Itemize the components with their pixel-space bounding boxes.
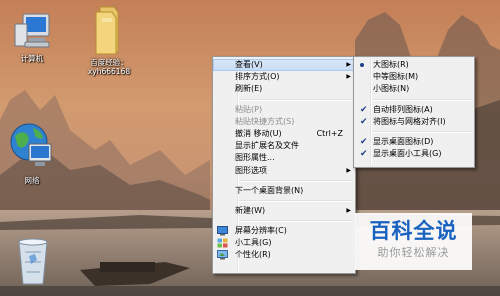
desktop-icon-folder[interactable]: 百度经验： xyh666168	[78, 4, 140, 76]
menu-item-label: 显示桌面小工具(G)	[373, 149, 442, 159]
checkmark-icon: ✔	[360, 149, 368, 160]
watermark-subtitle: 助你轻松解决	[377, 246, 450, 259]
menu-item-small-icons[interactable]: 小图标(N)	[354, 83, 474, 95]
menu-item-label: 刷新(E)	[235, 84, 263, 94]
menu-item-label: 小图标(N)	[373, 84, 410, 94]
menu-item-align-to-grid[interactable]: ✔ 将图标与网格对齐(I)	[354, 116, 474, 128]
display-settings-icon	[217, 226, 228, 236]
menu-item-auto-arrange[interactable]: ✔ 自动排列图标(A)	[354, 104, 474, 116]
menu-separator	[239, 220, 353, 223]
desktop-icon-recycle-bin[interactable]	[8, 236, 58, 288]
personalize-icon	[217, 250, 228, 260]
folder-icon	[95, 6, 119, 55]
menu-item-label: 将图标与网格对齐(I)	[373, 116, 446, 126]
desktop-icon-label: 网络	[24, 176, 40, 185]
menu-separator	[239, 98, 353, 101]
menu-item-label: 显示桌面图标(D)	[373, 136, 434, 146]
recycle-bin-icon	[18, 238, 48, 285]
submenu-arrow-icon: ▶	[346, 166, 351, 174]
menu-item-medium-icons[interactable]: 中等图标(M)	[354, 71, 474, 83]
menu-item-graphics-properties[interactable]: 图形属性...	[213, 152, 355, 164]
watermark-logo: 百科全说 助你轻松解决	[355, 213, 472, 270]
menu-item-refresh[interactable]: 刷新(E)	[213, 83, 355, 95]
menu-item-label: 中等图标(M)	[373, 72, 419, 82]
menu-item-label: 排序方式(O)	[235, 72, 280, 82]
menu-item-screen-resolution[interactable]: 屏幕分辨率(C)	[213, 225, 355, 237]
radio-selected-icon	[360, 63, 364, 67]
menu-item-label: 粘贴快捷方式(S)	[235, 116, 295, 126]
desktop-icon-label: 计算机	[20, 54, 44, 63]
menu-item-label: 粘贴(P)	[235, 104, 263, 114]
menu-item-personalize[interactable]: 个性化(R)	[213, 249, 355, 261]
menu-item-sort-by[interactable]: 排序方式(O) ▶	[213, 71, 355, 83]
menu-item-show-desktop-icons[interactable]: ✔ 显示桌面图标(D)	[354, 136, 474, 148]
menu-item-label: 显示扩展名及文件	[235, 141, 299, 151]
menu-item-label: 大图标(R)	[373, 60, 409, 69]
menu-item-paste-shortcut: 粘贴快捷方式(S)	[213, 116, 355, 128]
computer-icon	[14, 13, 50, 48]
desktop-icon-computer[interactable]: 计算机	[4, 10, 60, 63]
desktop-icon-label: 百度经验：	[90, 58, 128, 67]
menu-separator	[239, 199, 353, 202]
menu-separator	[372, 130, 472, 133]
menu-item-shortcut: Ctrl+Z	[316, 128, 343, 138]
submenu-arrow-icon: ▶	[346, 73, 351, 81]
menu-item-gadgets[interactable]: 小工具(G)	[213, 237, 355, 249]
menu-item-show-gadgets[interactable]: ✔ 显示桌面小工具(G)	[354, 148, 474, 160]
menu-item-show-extensions[interactable]: 显示扩展名及文件	[213, 140, 355, 152]
desktop-icon-label-line2: xyh666168	[87, 67, 131, 76]
menu-item-label: 新建(W)	[235, 205, 266, 215]
menu-item-label: 撤消 移动(U)	[235, 128, 282, 138]
menu-item-label: 下一个桌面背景(N)	[235, 185, 304, 195]
submenu-arrow-icon: ▶	[346, 61, 351, 68]
menu-item-view[interactable]: 查看(V) ▶	[213, 59, 355, 72]
menu-item-graphics-options[interactable]: 图形选项 ▶	[213, 165, 355, 177]
desktop-icon-network[interactable]: 网络	[4, 120, 60, 185]
menu-item-label: 个性化(R)	[235, 250, 271, 260]
checkmark-icon: ✔	[360, 104, 368, 115]
checkmark-icon: ✔	[360, 136, 368, 147]
desktop-context-menu: 查看(V) ▶ 排序方式(O) ▶ 刷新(E) 粘贴(P) 粘贴快捷方式(S) …	[212, 56, 356, 274]
menu-item-large-icons[interactable]: 大图标(R)	[354, 59, 474, 71]
view-submenu: 大图标(R) 中等图标(M) 小图标(N) ✔ 自动排列图标(A) ✔ 将图标与…	[353, 56, 475, 168]
menu-item-label: 小工具(G)	[235, 238, 272, 248]
gadgets-icon	[217, 238, 228, 248]
menu-item-next-background[interactable]: 下一个桌面背景(N)	[213, 185, 355, 197]
menu-separator	[239, 179, 353, 182]
menu-item-label: 图形属性...	[235, 153, 275, 163]
menu-item-label: 屏幕分辨率(C)	[235, 226, 287, 236]
menu-item-undo-move[interactable]: 撤消 移动(U) Ctrl+Z	[213, 128, 355, 140]
menu-item-label: 自动排列图标(A)	[373, 104, 433, 114]
desktop[interactable]: 计算机 百度经验： xyh666168 网络 查看(V) ▶ 排序方式(O) ▶…	[0, 0, 500, 296]
network-icon	[10, 123, 52, 166]
checkmark-icon: ✔	[360, 116, 368, 127]
menu-item-new[interactable]: 新建(W) ▶	[213, 205, 355, 217]
menu-item-label: 查看(V)	[235, 60, 263, 69]
watermark-title: 百科全说	[369, 219, 458, 243]
submenu-arrow-icon: ▶	[346, 206, 351, 214]
menu-item-label: 图形选项	[235, 165, 267, 175]
menu-separator	[372, 98, 472, 101]
menu-item-paste: 粘贴(P)	[213, 104, 355, 116]
